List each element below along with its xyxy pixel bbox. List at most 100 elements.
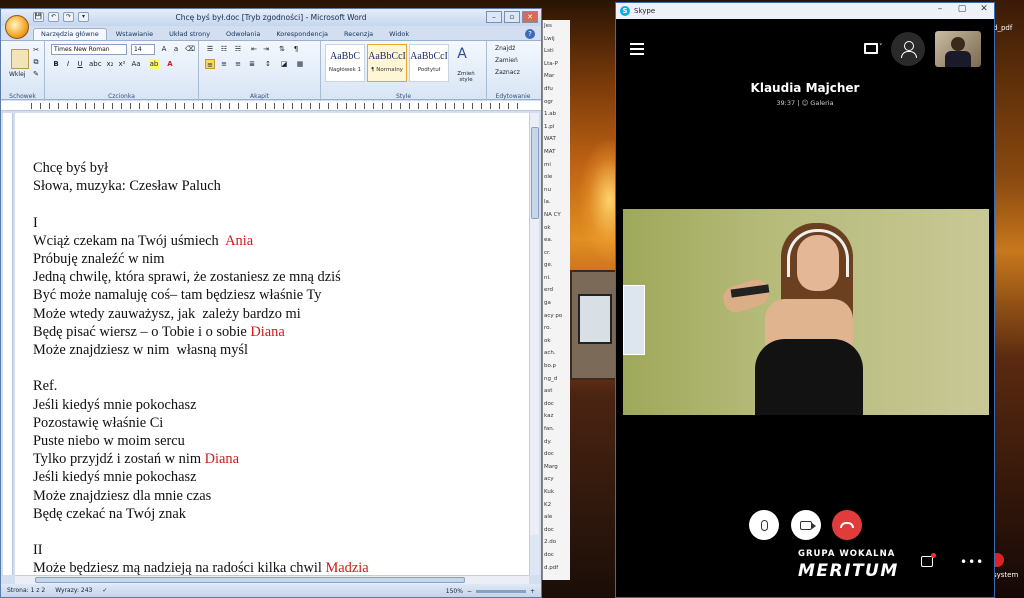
multilevel-list-icon[interactable]: ☵: [233, 44, 243, 54]
font-name-combo[interactable]: Times New Roman: [51, 44, 127, 55]
font-size-combo[interactable]: 14: [131, 44, 155, 55]
document-line[interactable]: Może będziesz mą nadzieją na radości kil…: [33, 559, 369, 575]
proofing-icon[interactable]: ✓: [102, 587, 107, 594]
show-marks-icon[interactable]: ¶: [291, 44, 301, 54]
document-page[interactable]: Chcę byś był Słowa, muzyka: Czesław Paluc…: [15, 113, 529, 575]
change-case-icon[interactable]: Aa: [131, 59, 141, 69]
document-line[interactable]: Być może namaluję coś– tam będziesz właś…: [33, 286, 369, 304]
office-button[interactable]: [5, 15, 29, 39]
word-titlebar[interactable]: 💾 ↶ ↷ ▾ Chcę byś był.doc [Tryb zgodności] -…: [1, 9, 541, 26]
select-button[interactable]: Zaznacz: [495, 69, 520, 76]
document-line[interactable]: Jeśli kiedyś mnie pokochasz: [33, 396, 369, 414]
desktop-icon-label[interactable]: d_pdf: [993, 24, 1012, 32]
justify-icon[interactable]: ≣: [247, 59, 257, 69]
grow-font-icon[interactable]: A: [159, 44, 169, 54]
document-line[interactable]: [33, 523, 369, 541]
document-line[interactable]: Pozostawię właśnie Ci: [33, 414, 369, 432]
strikethrough-icon[interactable]: abc: [89, 59, 102, 69]
align-right-icon[interactable]: ≡: [233, 59, 243, 69]
desktop-file-item[interactable]: bo.p: [543, 360, 570, 373]
desktop-file-item[interactable]: Jes: [543, 20, 570, 33]
skype-titlebar[interactable]: S Skype – ▢ ✕: [616, 3, 994, 19]
chevron-down-icon[interactable]: ˅: [879, 43, 883, 51]
desktop-file-item[interactable]: ea.: [543, 234, 570, 247]
sort-icon[interactable]: ⇅: [277, 44, 287, 54]
copy-icon[interactable]: ⧉: [31, 57, 41, 67]
desktop-file-item[interactable]: ach.: [543, 347, 570, 360]
desktop-file-item[interactable]: ro.: [543, 322, 570, 335]
change-styles-button[interactable]: Zmień style: [451, 71, 481, 83]
minimize-button[interactable]: –: [932, 4, 948, 14]
ribbon-tab[interactable]: Recenzja: [337, 29, 380, 40]
desktop-file-item[interactable]: ng_d: [543, 373, 570, 386]
subscript-icon[interactable]: x₂: [105, 59, 115, 69]
bold-icon[interactable]: B: [51, 59, 61, 69]
zoom-out-icon[interactable]: −: [467, 588, 472, 595]
mute-button[interactable]: [749, 510, 779, 540]
zoom-in-icon[interactable]: +: [530, 588, 535, 595]
find-button[interactable]: Znajdź: [495, 45, 515, 52]
desktop-file-item[interactable]: Lta-P: [543, 58, 570, 71]
align-left-icon[interactable]: ≡: [205, 59, 215, 69]
ribbon-tab[interactable]: Wstawianie: [109, 29, 160, 40]
close-button[interactable]: ✕: [522, 11, 538, 23]
ribbon-tab[interactable]: Korespondencja: [269, 29, 335, 40]
desktop-file-item[interactable]: doc: [543, 524, 570, 537]
document-line[interactable]: [33, 359, 369, 377]
document-line[interactable]: Słowa, muzyka: Czesław Paluch: [33, 177, 369, 195]
help-icon[interactable]: ?: [525, 29, 535, 39]
italic-icon[interactable]: I: [63, 59, 73, 69]
style-normal[interactable]: AaBbCcI ¶ Normalny: [367, 44, 407, 82]
document-line[interactable]: Może znajdziesz dla mnie czas: [33, 487, 369, 505]
desktop-file-item[interactable]: Marg: [543, 461, 570, 474]
word-count[interactable]: Wyrazy: 243: [55, 587, 92, 594]
paste-button[interactable]: Wklej: [9, 71, 25, 78]
change-styles-icon[interactable]: A: [451, 47, 473, 67]
minimize-button[interactable]: –: [486, 11, 502, 23]
desktop-file-item[interactable]: acy po: [543, 310, 570, 323]
maximize-button[interactable]: ▫: [504, 11, 520, 23]
document-line[interactable]: Jeśli kiedyś mnie pokochasz: [33, 468, 369, 486]
desktop-file-item[interactable]: NA CY: [543, 209, 570, 222]
cut-icon[interactable]: ✂: [31, 45, 41, 55]
document-line[interactable]: [33, 195, 369, 213]
remote-video[interactable]: [623, 209, 989, 415]
document-line[interactable]: I: [33, 214, 369, 232]
end-call-button[interactable]: [832, 510, 862, 540]
desktop-file-item[interactable]: WAT: [543, 133, 570, 146]
document-line[interactable]: Próbuję znaleźć w nim: [33, 250, 369, 268]
horizontal-ruler[interactable]: [1, 101, 541, 111]
document-text[interactable]: Chcę byś był Słowa, muzyka: Czesław Paluc…: [33, 159, 369, 575]
desktop-file-item[interactable]: doc: [543, 549, 570, 562]
close-button[interactable]: ✕: [976, 4, 992, 14]
desktop-file-item[interactable]: ge.: [543, 259, 570, 272]
desktop-file-item[interactable]: ast: [543, 385, 570, 398]
desktop-file-item[interactable]: ga: [543, 297, 570, 310]
decrease-indent-icon[interactable]: ⇤: [249, 44, 259, 54]
desktop-file-item[interactable]: ok: [543, 335, 570, 348]
style-heading-1[interactable]: AaBbC Nagłówek 1: [325, 44, 365, 82]
desktop-file-item[interactable]: doc: [543, 398, 570, 411]
ribbon-tab[interactable]: Widok: [382, 29, 416, 40]
desktop-file-item[interactable]: 1.pl: [543, 121, 570, 134]
desktop-file-list[interactable]: Jes Lwij Lsti Lta-P Mar dfu ogr 1.ab 1.pl WAT MAT m…: [542, 20, 570, 580]
document-line[interactable]: Wciąż czekam na Twój uśmiech Ania: [33, 232, 369, 250]
document-line[interactable]: Może znajdziesz w nim własną myśl: [33, 341, 369, 359]
ribbon-tab[interactable]: Odwołania: [219, 29, 267, 40]
desktop-file-item[interactable]: ale: [543, 511, 570, 524]
vertical-ruler[interactable]: [3, 113, 13, 575]
numbering-icon[interactable]: ☷: [219, 44, 229, 54]
desktop-file-item[interactable]: Lwij: [543, 33, 570, 46]
document-line[interactable]: Jedną chwilę, która sprawi, że zostanies…: [33, 268, 369, 286]
desktop-file-item[interactable]: fan.: [543, 423, 570, 436]
desktop-file-item[interactable]: erd: [543, 284, 570, 297]
desktop-file-item[interactable]: Lsti: [543, 45, 570, 58]
desktop-file-item[interactable]: acy: [543, 473, 570, 486]
desktop-file-item[interactable]: la.: [543, 196, 570, 209]
horizontal-scrollbar[interactable]: [15, 575, 529, 584]
clear-format-icon[interactable]: ⌫: [185, 44, 195, 54]
desktop-file-item[interactable]: K2: [543, 499, 570, 512]
document-line[interactable]: Puste niebo w moim sercu: [33, 432, 369, 450]
superscript-icon[interactable]: x²: [117, 59, 127, 69]
desktop-file-item[interactable]: MAT: [543, 146, 570, 159]
